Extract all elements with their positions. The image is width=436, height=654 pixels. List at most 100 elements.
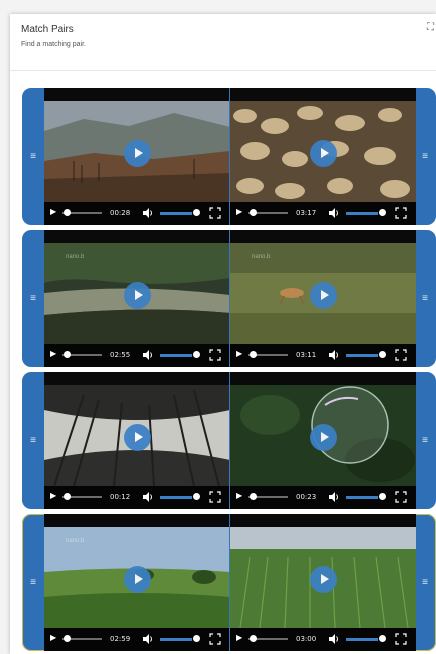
video-time: 00:28 (110, 209, 131, 217)
progress-handle[interactable] (250, 351, 257, 358)
volume-handle[interactable] (379, 493, 386, 500)
video-time: 03:11 (296, 351, 317, 359)
fullscreen-icon[interactable] (395, 633, 407, 645)
video-watermark: nano.b (66, 538, 85, 544)
drag-handle-icon[interactable]: ≡ (414, 514, 436, 651)
video-controls: ▶ 03:00 (230, 628, 416, 651)
drag-handle-icon[interactable]: ≡ (22, 372, 44, 509)
video-controls: ▶ 02:55 (44, 344, 230, 367)
volume-slider[interactable] (160, 638, 192, 641)
play-overlay-button[interactable] (310, 282, 337, 309)
play-overlay-button[interactable] (310, 140, 337, 167)
progress-handle[interactable] (250, 493, 257, 500)
play-icon[interactable]: ▶ (236, 207, 242, 216)
fullscreen-icon[interactable] (209, 349, 221, 361)
play-icon[interactable]: ▶ (236, 633, 242, 642)
volume-icon[interactable] (328, 349, 340, 361)
play-overlay-button[interactable] (124, 282, 151, 309)
play-icon[interactable]: ▶ (236, 349, 242, 358)
video-controls: ▶ 03:17 (230, 202, 416, 225)
volume-slider[interactable] (346, 638, 378, 641)
play-icon[interactable]: ▶ (236, 491, 242, 500)
video-time: 00:23 (296, 493, 317, 501)
video-player-left[interactable]: nano.b ▶ 02:55 (44, 230, 230, 367)
volume-handle[interactable] (379, 635, 386, 642)
play-overlay-button[interactable] (310, 566, 337, 593)
volume-icon[interactable] (142, 349, 154, 361)
fullscreen-icon[interactable] (395, 207, 407, 219)
volume-icon[interactable] (328, 207, 340, 219)
video-player-left[interactable]: ▶ 00:28 (44, 88, 230, 225)
volume-icon[interactable] (142, 491, 154, 503)
video-time: 02:55 (110, 351, 131, 359)
volume-handle[interactable] (193, 635, 200, 642)
play-overlay-button[interactable] (310, 424, 337, 451)
video-player-right[interactable]: ▶ 03:00 (230, 514, 416, 651)
video-watermark: nano.b (66, 254, 85, 260)
video-controls: ▶ 00:12 (44, 486, 230, 509)
volume-handle[interactable] (193, 493, 200, 500)
page-subtitle: Find a matching pair. (21, 41, 86, 48)
pair-row-2[interactable]: ≡ nano.b ▶ 02:55 nano.b ▶ 03:11 ≡ (22, 230, 436, 367)
progress-handle[interactable] (250, 635, 257, 642)
video-time: 00:12 (110, 493, 131, 501)
fullscreen-icon[interactable] (209, 633, 221, 645)
video-player-right[interactable]: nano.b ▶ 03:11 (230, 230, 416, 367)
volume-handle[interactable] (379, 351, 386, 358)
fullscreen-icon[interactable] (395, 349, 407, 361)
volume-handle[interactable] (193, 209, 200, 216)
volume-handle[interactable] (379, 209, 386, 216)
volume-icon[interactable] (142, 207, 154, 219)
volume-slider[interactable] (160, 496, 192, 499)
video-controls: ▶ 03:11 (230, 344, 416, 367)
video-watermark: nano.b (252, 254, 271, 260)
volume-icon[interactable] (328, 633, 340, 645)
volume-handle[interactable] (193, 351, 200, 358)
volume-slider[interactable] (160, 354, 192, 357)
fullscreen-icon[interactable] (209, 207, 221, 219)
video-time: 02:59 (110, 635, 131, 643)
play-icon[interactable]: ▶ (50, 349, 56, 358)
progress-handle[interactable] (250, 209, 257, 216)
fullscreen-icon[interactable] (395, 491, 407, 503)
play-icon[interactable]: ▶ (50, 491, 56, 500)
play-icon[interactable]: ▶ (50, 207, 56, 216)
pair-row-3[interactable]: ≡ ▶ 00:12 ▶ 00:23 ≡ (22, 372, 436, 509)
volume-slider[interactable] (346, 354, 378, 357)
play-icon[interactable]: ▶ (50, 633, 56, 642)
play-overlay-button[interactable] (124, 424, 151, 451)
card-header: Match Pairs Find a matching pair. ⛶ (10, 14, 436, 71)
expand-icon[interactable]: ⛶ (427, 22, 434, 33)
volume-slider[interactable] (346, 212, 378, 215)
progress-handle[interactable] (64, 635, 71, 642)
video-player-left[interactable]: nano.b ▶ 02:59 (44, 514, 230, 651)
pair-row-4[interactable]: ≡ nano.b ▶ 02:59 ▶ 03:00 ≡ (22, 514, 436, 651)
drag-handle-icon[interactable]: ≡ (22, 230, 44, 367)
fullscreen-icon[interactable] (209, 491, 221, 503)
progress-handle[interactable] (64, 493, 71, 500)
play-overlay-button[interactable] (124, 140, 151, 167)
page-title: Match Pairs (21, 24, 74, 35)
video-controls: ▶ 00:23 (230, 486, 416, 509)
drag-handle-icon[interactable]: ≡ (22, 514, 44, 651)
volume-icon[interactable] (328, 491, 340, 503)
volume-slider[interactable] (346, 496, 378, 499)
progress-handle[interactable] (64, 209, 71, 216)
drag-handle-icon[interactable]: ≡ (22, 88, 44, 225)
video-controls: ▶ 02:59 (44, 628, 230, 651)
progress-handle[interactable] (64, 351, 71, 358)
volume-slider[interactable] (160, 212, 192, 215)
video-player-right[interactable]: ▶ 00:23 (230, 372, 416, 509)
match-pairs-card: Match Pairs Find a matching pair. ⛶ ≡ ▶ (10, 14, 436, 654)
volume-icon[interactable] (142, 633, 154, 645)
video-time: 03:00 (296, 635, 317, 643)
video-controls: ▶ 00:28 (44, 202, 230, 225)
drag-handle-icon[interactable]: ≡ (414, 372, 436, 509)
video-player-right[interactable]: ▶ 03:17 (230, 88, 416, 225)
play-overlay-button[interactable] (124, 566, 151, 593)
video-player-left[interactable]: ▶ 00:12 (44, 372, 230, 509)
drag-handle-icon[interactable]: ≡ (414, 230, 436, 367)
pair-row-1[interactable]: ≡ ▶ 00:28 ▶ 03:17 ≡ (22, 88, 436, 225)
video-time: 03:17 (296, 209, 317, 217)
drag-handle-icon[interactable]: ≡ (414, 88, 436, 225)
